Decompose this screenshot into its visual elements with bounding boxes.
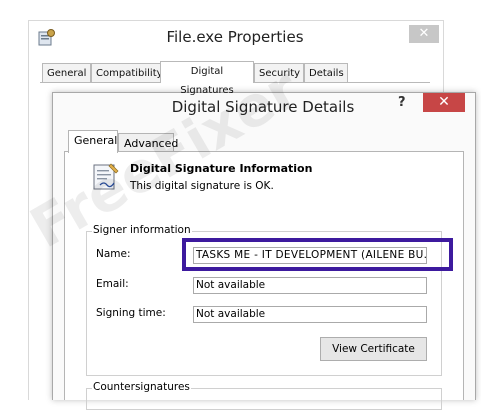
tab-details[interactable]: Details bbox=[304, 63, 348, 82]
tab-digital-signatures[interactable]: Digital Signatures bbox=[160, 61, 254, 96]
view-certificate-button[interactable]: View Certificate bbox=[320, 337, 427, 361]
parent-close-button[interactable]: ✕ bbox=[409, 25, 439, 43]
email-label: Email: bbox=[96, 278, 129, 290]
dialog-title: Digital Signature Details bbox=[171, 98, 355, 116]
signature-status-text: This digital signature is OK. bbox=[130, 180, 274, 192]
tab-dialog-general[interactable]: General bbox=[68, 130, 118, 153]
signing-time-label: Signing time: bbox=[96, 307, 166, 319]
signing-time-field[interactable]: Not available bbox=[193, 306, 427, 323]
signer-group-label: Signer information bbox=[92, 224, 192, 236]
countersignatures-label: Countersignatures bbox=[92, 381, 191, 393]
certificate-icon bbox=[92, 162, 120, 192]
name-label: Name: bbox=[96, 248, 131, 260]
help-button[interactable]: ? bbox=[398, 95, 406, 110]
name-highlight-box bbox=[182, 238, 453, 271]
tab-general[interactable]: General bbox=[42, 63, 91, 82]
tab-dialog-advanced[interactable]: Advanced bbox=[118, 133, 178, 152]
parent-window-title: File.exe Properties bbox=[166, 28, 304, 46]
email-field[interactable]: Not available bbox=[193, 277, 427, 294]
tab-compatibility[interactable]: Compatibility bbox=[91, 63, 163, 82]
tab-security[interactable]: Security bbox=[254, 63, 304, 82]
signature-info-title: Digital Signature Information bbox=[130, 162, 313, 175]
dialog-close-button[interactable]: ✕ bbox=[423, 93, 465, 112]
